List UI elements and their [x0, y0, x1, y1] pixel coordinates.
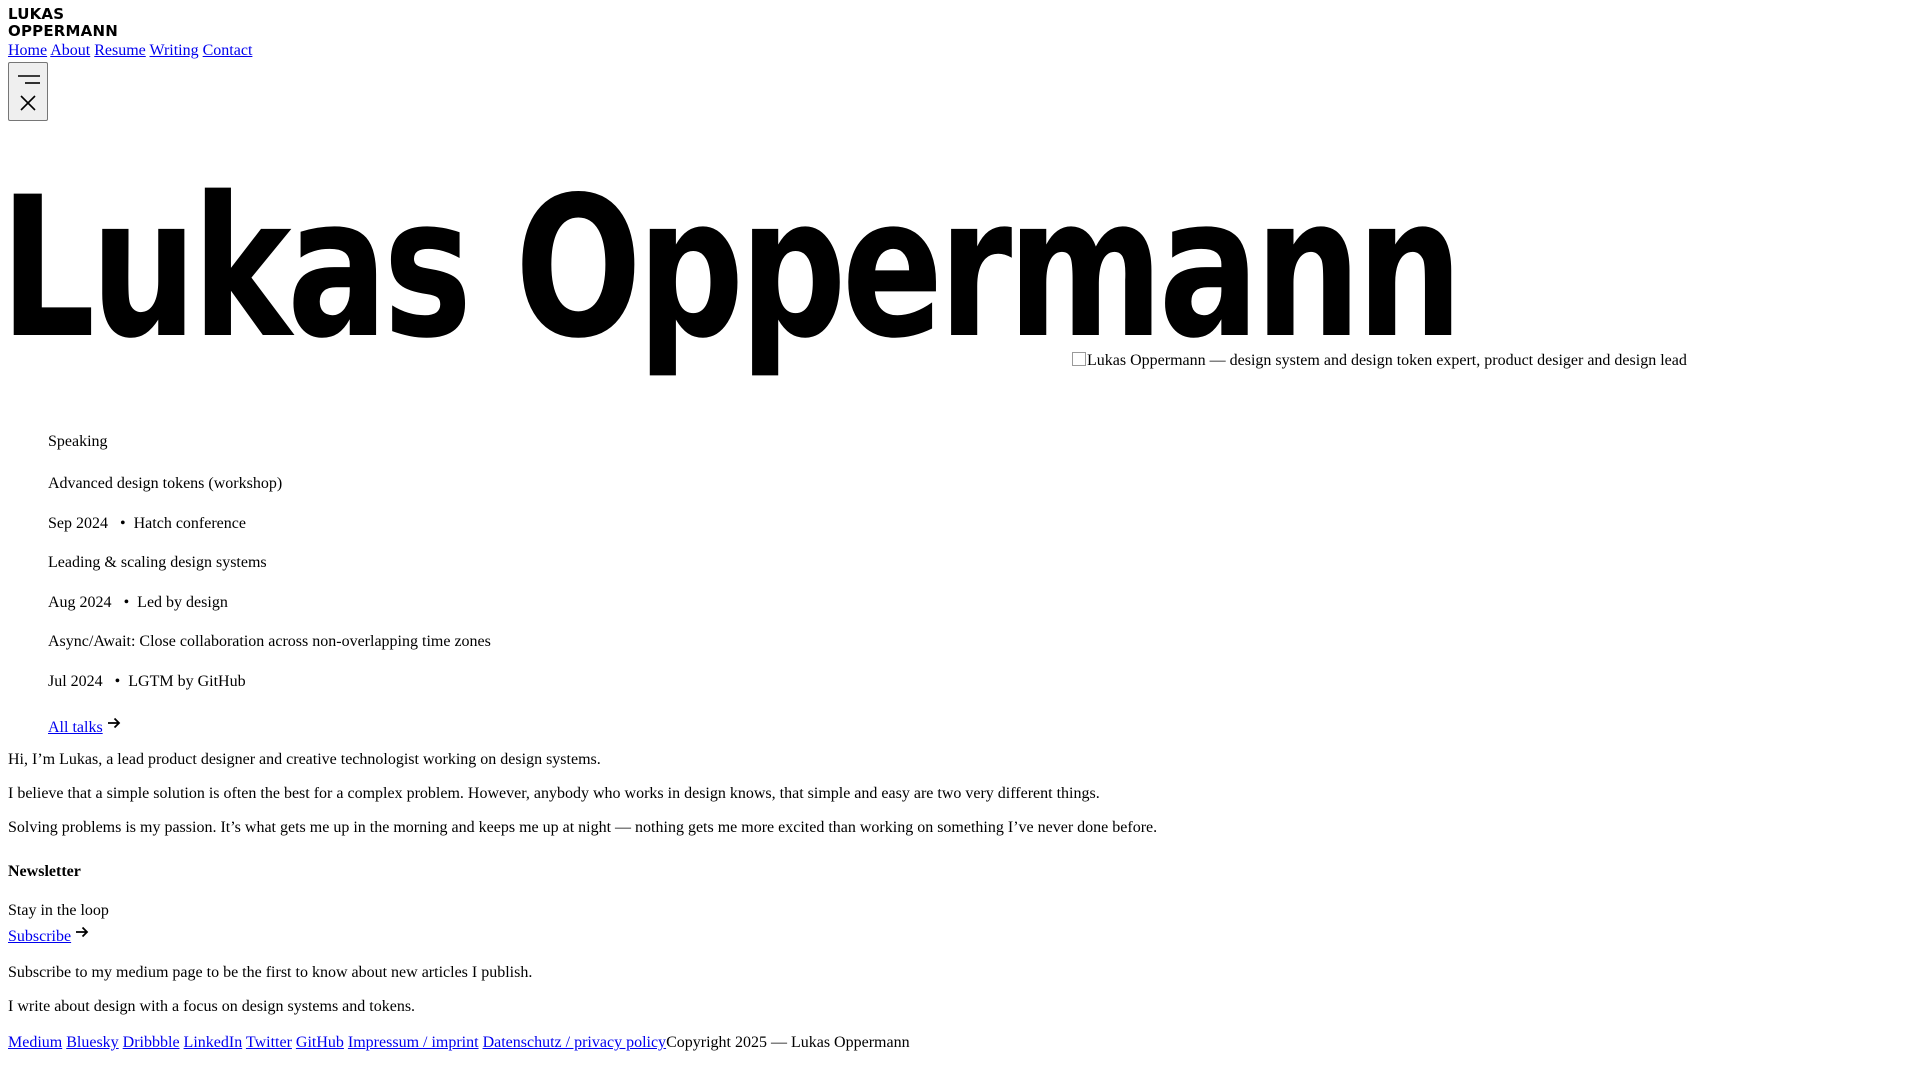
footer-link-linkedin[interactable]: LinkedIn: [184, 1034, 243, 1051]
footer-link-impressum[interactable]: Impressum / imprint: [348, 1034, 479, 1051]
talk-title: Advanced design tokens (workshop): [48, 475, 283, 492]
talk-date: Sep 2024: [48, 515, 108, 532]
footer-link-github[interactable]: GitHub: [296, 1034, 344, 1051]
newsletter-text-1: Subscribe to my medium page to be the fi…: [8, 964, 533, 981]
close-icon: [20, 95, 36, 111]
nav-link-about[interactable]: About: [50, 42, 90, 59]
main-nav: Home About Resume Writing Contact: [8, 41, 252, 61]
about-paragraph-1: Hi, I’m Lukas, a lead product designer a…: [8, 751, 601, 768]
talk-meta: Jul 2024 • LGTM by GitHub: [48, 672, 246, 692]
speaking-heading: Speaking: [48, 433, 108, 450]
nav-link-writing[interactable]: Writing: [150, 42, 199, 59]
menu-icon: [18, 75, 40, 111]
footer-link-twitter[interactable]: Twitter: [246, 1034, 292, 1051]
nav-link-home[interactable]: Home: [8, 42, 47, 59]
footer-link-medium[interactable]: Medium: [8, 1034, 62, 1051]
talk-meta: Aug 2024 • Led by design: [48, 593, 228, 613]
subscribe-row: Subscribe: [8, 925, 89, 947]
all-talks-link[interactable]: All talks: [48, 719, 103, 736]
talk-event: LGTM by GitHub: [128, 673, 246, 690]
talk-title: Async/Await: Close collaboration across …: [48, 633, 491, 650]
talk-separator: •: [114, 673, 121, 690]
newsletter-tagline: Stay in the loop: [8, 902, 109, 919]
logo-line-2: OPPERMANN: [8, 22, 118, 40]
logo-line-1: LUKAS: [8, 5, 65, 23]
site-footer: Medium Bluesky Dribbble LinkedIn Twitter…: [8, 1033, 910, 1053]
talk-separator: •: [120, 515, 126, 532]
talk-date: Jul 2024: [48, 673, 103, 690]
broken-image-icon: [1072, 352, 1086, 366]
arrow-right-icon: [76, 926, 89, 938]
footer-copyright: Copyright 2025 — Lukas Oppermann: [666, 1034, 910, 1051]
all-talks-row: All talks: [48, 716, 121, 738]
talk-meta: Sep 2024 • Hatch conference: [48, 514, 246, 534]
talk-title: Leading & scaling design systems: [48, 554, 267, 571]
newsletter-text-2: I write about design with a focus on des…: [8, 998, 416, 1015]
site-logo[interactable]: LUKAS OPPERMANN: [8, 6, 118, 40]
profile-image: Lukas Oppermann — design system and desi…: [1072, 351, 1687, 371]
about-paragraph-3: Solving problems is my passion. It’s wha…: [8, 819, 1158, 836]
footer-link-bluesky[interactable]: Bluesky: [66, 1034, 118, 1051]
talk-event: Hatch conference: [133, 515, 246, 532]
hero-name-heading: Lukas Oppermann: [0, 155, 1463, 381]
arrow-right-icon: [107, 717, 120, 729]
subscribe-link[interactable]: Subscribe: [8, 928, 71, 945]
about-paragraph-2: I believe that a simple solution is ofte…: [8, 785, 1100, 802]
talk-separator: •: [123, 594, 130, 611]
nav-link-contact[interactable]: Contact: [203, 42, 253, 59]
newsletter-heading: Newsletter: [8, 863, 81, 880]
menu-toggle-button[interactable]: [8, 62, 48, 121]
talk-event: Led by design: [137, 594, 228, 611]
nav-link-resume[interactable]: Resume: [94, 42, 146, 59]
footer-link-dribbble[interactable]: Dribbble: [123, 1034, 180, 1051]
profile-image-alt-text: Lukas Oppermann — design system and desi…: [1087, 352, 1687, 369]
footer-link-privacy[interactable]: Datenschutz / privacy policy: [483, 1034, 667, 1051]
talk-date: Aug 2024: [48, 594, 112, 611]
